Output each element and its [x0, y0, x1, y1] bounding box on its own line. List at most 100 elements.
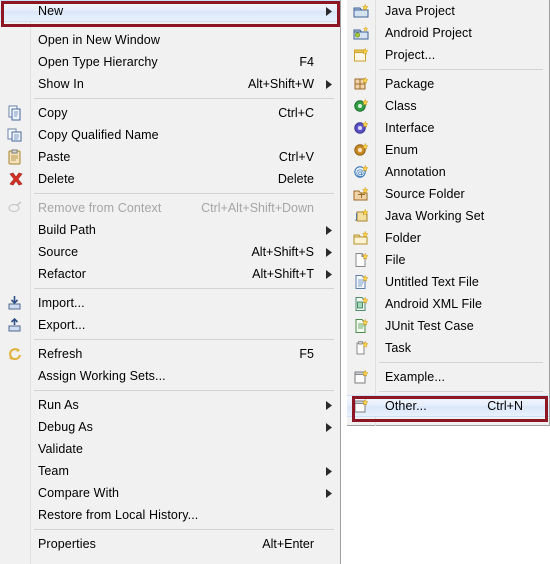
menu-item-shortcut: Ctrl+N: [487, 399, 523, 413]
menu-separator: [0, 98, 340, 99]
menu-item-label: Export...: [38, 318, 86, 332]
menu-item-copy[interactable]: Copy Ctrl+C: [0, 102, 340, 124]
menu-item-refactor[interactable]: Refactor Alt+Shift+T: [0, 263, 340, 285]
menu-item-android-xml-file[interactable]: Android XML File: [347, 293, 549, 315]
menu-item-source-folder[interactable]: Source Folder: [347, 183, 549, 205]
other-icon: [347, 395, 375, 417]
menu-item-build-path[interactable]: Build Path: [0, 219, 340, 241]
menu-item-open-type-hierarchy[interactable]: Open Type Hierarchy F4: [0, 51, 340, 73]
menu-item-label: Debug As: [38, 420, 94, 434]
paste-icon: [0, 146, 30, 168]
menu-item-label: Copy: [38, 106, 68, 120]
menu-item-validate[interactable]: Validate: [0, 438, 340, 460]
menu-item-label: Paste: [38, 150, 71, 164]
menu-item-shortcut: F4: [299, 55, 314, 69]
menu-item-new[interactable]: New: [0, 0, 340, 22]
menu-item-java-working-set[interactable]: J Java Working Set: [347, 205, 549, 227]
no-icon-placeholder: [0, 241, 30, 263]
menu-item-label: File: [385, 253, 406, 267]
menu-item-label: Open Type Hierarchy: [38, 55, 158, 69]
delete-icon: [0, 168, 30, 190]
menu-item-label: Task: [385, 341, 412, 355]
menu-item-label: Compare With: [38, 486, 120, 500]
menu-item-file[interactable]: File: [347, 249, 549, 271]
menu-item-label: Import...: [38, 296, 85, 310]
menu-item-java-project[interactable]: Java Project: [347, 0, 549, 22]
new-submenu[interactable]: Java Project Android Project Project... Pac…: [347, 0, 550, 426]
screenshot-canvas: New Open in New Window Open Type Hierarchy…: [0, 0, 550, 564]
new-submenu-item-list: Java Project Android Project Project... Pac…: [347, 0, 549, 417]
project-context-menu[interactable]: New Open in New Window Open Type Hierarchy…: [0, 0, 341, 564]
menu-item-remove-from-context[interactable]: Remove from Context Ctrl+Alt+Shift+Down: [0, 197, 340, 219]
menu-item-label: Assign Working Sets...: [38, 369, 166, 383]
menu-item-shortcut: Ctrl+C: [278, 106, 314, 120]
submenu-chevron-right-icon: [322, 79, 340, 89]
no-icon-placeholder: [0, 482, 30, 504]
interface-icon: [347, 117, 375, 139]
menu-item-class[interactable]: Class: [347, 95, 549, 117]
menu-item-folder[interactable]: Folder: [347, 227, 549, 249]
menu-item-interface[interactable]: Interface: [347, 117, 549, 139]
menu-item-source[interactable]: Source Alt+Shift+S: [0, 241, 340, 263]
svg-text:J: J: [355, 212, 358, 221]
menu-item-package[interactable]: Package: [347, 73, 549, 95]
menu-item-label: Source: [38, 245, 79, 259]
copy-qualified-name-icon: [0, 124, 30, 146]
annotation-icon: @: [347, 161, 375, 183]
menu-item-annotation[interactable]: @ Annotation: [347, 161, 549, 183]
menu-item-label: Other...: [385, 399, 427, 413]
menu-item-copy-qualified-name[interactable]: Copy Qualified Name: [0, 124, 340, 146]
menu-item-shortcut: Alt+Shift+W: [248, 77, 314, 91]
menu-item-other[interactable]: Other... Ctrl+N: [347, 395, 549, 417]
menu-item-label: Run As: [38, 398, 79, 412]
submenu-chevron-right-icon: [322, 488, 340, 498]
menu-item-example[interactable]: Example...: [347, 366, 549, 388]
refresh-icon: [0, 343, 30, 365]
menu-item-label: Open in New Window: [38, 33, 160, 47]
menu-item-junit-test-case[interactable]: JUnit Test Case: [347, 315, 549, 337]
menu-separator: [347, 391, 549, 392]
menu-item-android-project[interactable]: Android Project: [347, 22, 549, 44]
menu-item-assign-working-sets[interactable]: Assign Working Sets...: [0, 365, 340, 387]
menu-item-label: New: [38, 4, 64, 18]
menu-separator: [347, 362, 549, 363]
task-icon: [347, 337, 375, 359]
no-icon-placeholder: [0, 416, 30, 438]
menu-item-label: Properties: [38, 537, 96, 551]
java-working-set-icon: J: [347, 205, 375, 227]
menu-item-task[interactable]: Task: [347, 337, 549, 359]
menu-separator: [0, 193, 340, 194]
menu-item-run-as[interactable]: Run As: [0, 394, 340, 416]
menu-item-enum[interactable]: Enum: [347, 139, 549, 161]
copy-icon: [0, 102, 30, 124]
menu-item-refresh[interactable]: Refresh F5: [0, 343, 340, 365]
menu-item-delete[interactable]: Delete Delete: [0, 168, 340, 190]
remove-from-context-icon: [0, 197, 30, 219]
submenu-chevron-right-icon: [322, 269, 340, 279]
menu-item-restore-from-local-history[interactable]: Restore from Local History...: [0, 504, 340, 526]
menu-item-open-in-new-window[interactable]: Open in New Window: [0, 29, 340, 51]
menu-item-shortcut: Alt+Shift+T: [252, 267, 314, 281]
menu-item-label: Annotation: [385, 165, 446, 179]
menu-item-import[interactable]: Import...: [0, 292, 340, 314]
file-icon: [347, 249, 375, 271]
menu-item-team[interactable]: Team: [0, 460, 340, 482]
menu-separator: [0, 339, 340, 340]
menu-item-label: Project...: [385, 48, 436, 62]
menu-item-export[interactable]: Export...: [0, 314, 340, 336]
no-icon-placeholder: [0, 365, 30, 387]
menu-item-debug-as[interactable]: Debug As: [0, 416, 340, 438]
menu-item-untitled-text-file[interactable]: Untitled Text File: [347, 271, 549, 293]
menu-item-label: Restore from Local History...: [38, 508, 199, 522]
menu-item-paste[interactable]: Paste Ctrl+V: [0, 146, 340, 168]
menu-item-label: Copy Qualified Name: [38, 128, 159, 142]
menu-item-show-in[interactable]: Show In Alt+Shift+W: [0, 73, 340, 95]
import-icon: [0, 292, 30, 314]
folder-icon: [347, 227, 375, 249]
no-icon-placeholder: [0, 51, 30, 73]
menu-item-project[interactable]: Project...: [347, 44, 549, 66]
menu-separator: [0, 25, 340, 26]
menu-item-compare-with[interactable]: Compare With: [0, 482, 340, 504]
menu-item-properties[interactable]: Properties Alt+Enter: [0, 533, 340, 555]
untitled-text-file-icon: [347, 271, 375, 293]
